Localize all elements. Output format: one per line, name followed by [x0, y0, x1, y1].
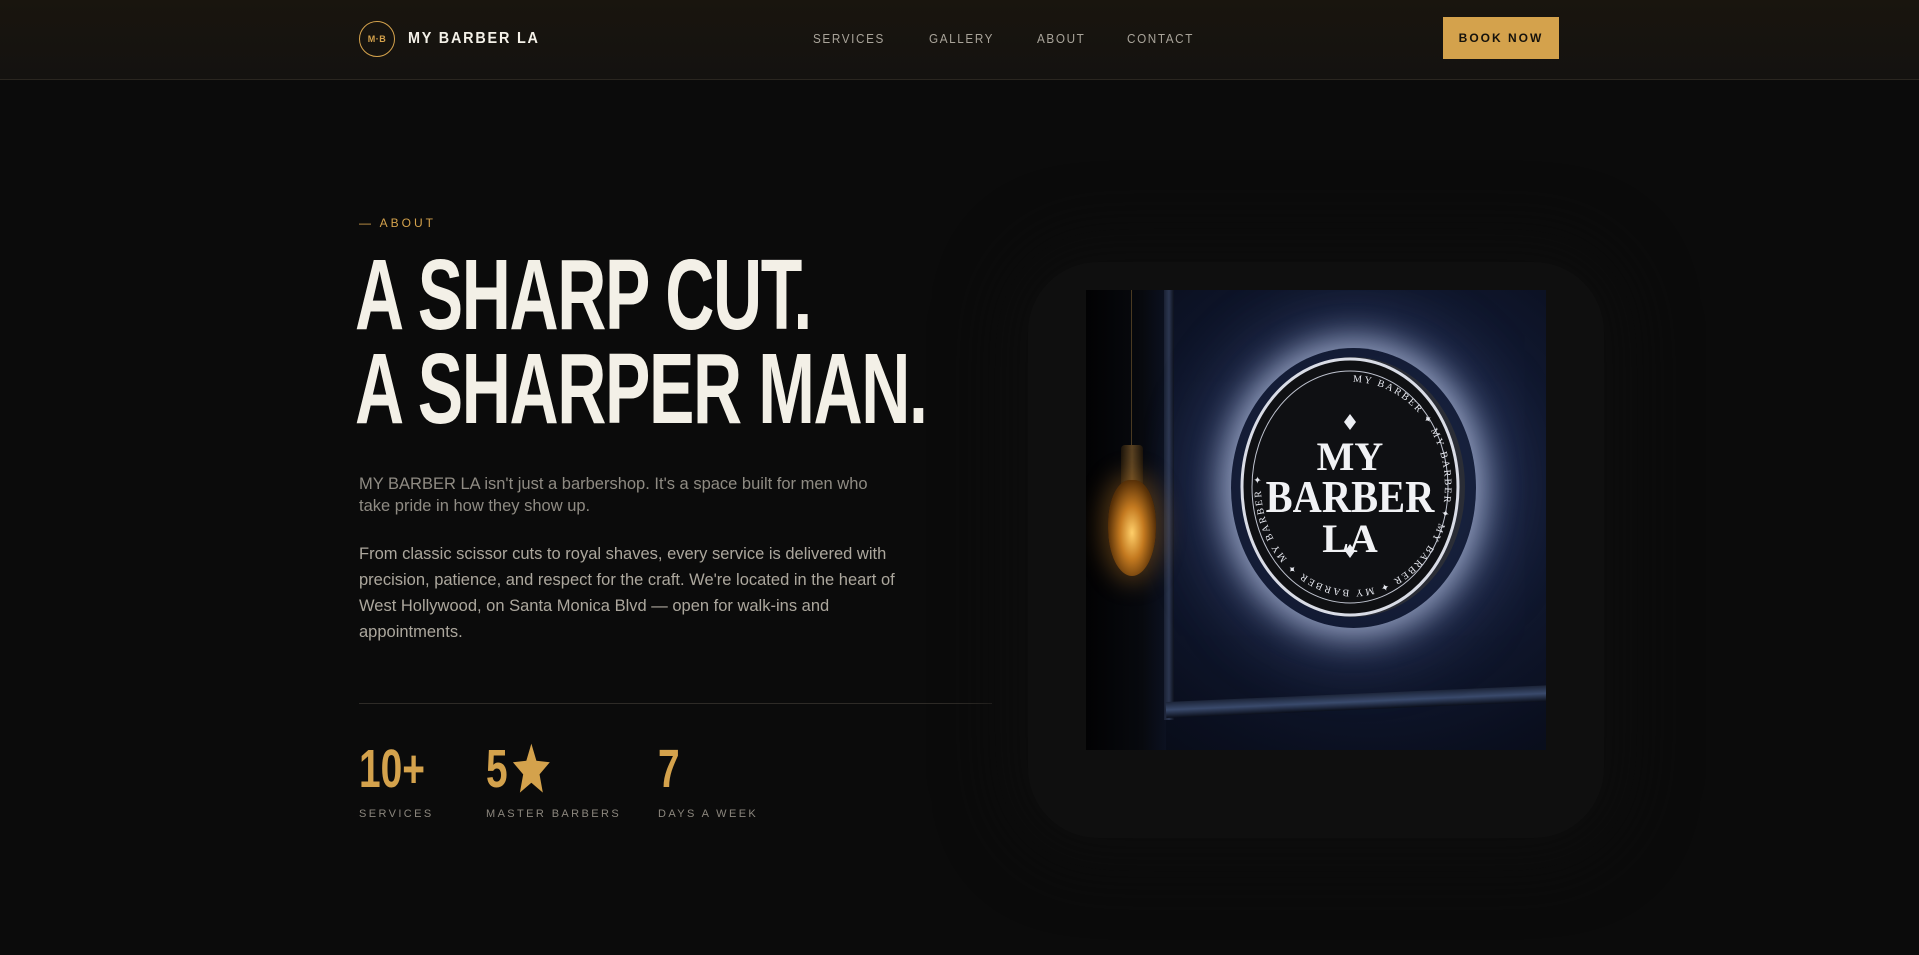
stat-label: SERVICES — [359, 808, 434, 820]
lead-paragraph: MY BARBER LA isn't just a barbershop. It… — [359, 475, 868, 515]
brand-name: MY BARBER LA — [408, 30, 540, 47]
section-eyebrow: — ABOUT — [359, 216, 437, 230]
nav-link-about[interactable]: ABOUT — [1037, 31, 1085, 46]
sign-line-3: LA — [1322, 516, 1378, 561]
frame-bottom — [1165, 684, 1546, 718]
stat-value: 7 — [658, 739, 680, 799]
stat-days: 7 DAYS A WEEK — [658, 740, 758, 820]
stat-services: 10+ SERVICES — [359, 740, 451, 820]
nav-link-contact[interactable]: CONTACT — [1127, 31, 1194, 46]
barber-sign-logo: MY BARBER ✦ MY BARBER ✦ MY BARBER ✦ MY B… — [1240, 357, 1465, 617]
frame-edge — [1164, 290, 1174, 720]
stat-value: 5 — [486, 740, 583, 798]
headline-line-1: A SHARP CUT. — [355, 239, 812, 351]
shop-sign-photo: MY BARBER ✦ MY BARBER ✦ MY BARBER ✦ MY B… — [1086, 290, 1546, 750]
body-paragraph: From classic scissor cuts to royal shave… — [359, 545, 895, 641]
nav-links: SERVICES GALLERY ABOUT CONTACT — [813, 31, 1238, 46]
brand-logo-link[interactable]: M·B MY BARBER LA — [359, 21, 554, 57]
book-now-button[interactable]: BOOK NOW — [1443, 17, 1559, 59]
bulb-wire — [1131, 290, 1132, 450]
stat-label: MASTER BARBERS — [486, 808, 622, 820]
nav-link-gallery[interactable]: GALLERY — [929, 31, 994, 46]
stat-label: DAYS A WEEK — [658, 808, 759, 820]
nav-link-services[interactable]: SERVICES — [813, 31, 885, 46]
edison-bulb-icon — [1108, 480, 1156, 576]
headline-line-2: A SHARPER MAN. — [355, 333, 928, 445]
monogram-logo: M·B — [359, 21, 395, 57]
star-icon — [512, 743, 550, 793]
stat-master-barbers: 5 MASTER BARBERS — [486, 740, 621, 820]
stats-divider — [359, 703, 992, 704]
bulb-socket — [1121, 445, 1143, 485]
stat-value: 10+ — [359, 739, 425, 799]
top-navbar: M·B MY BARBER LA SERVICES GALLERY ABOUT … — [0, 0, 1919, 80]
sign-line-2: BARBER — [1266, 472, 1435, 523]
